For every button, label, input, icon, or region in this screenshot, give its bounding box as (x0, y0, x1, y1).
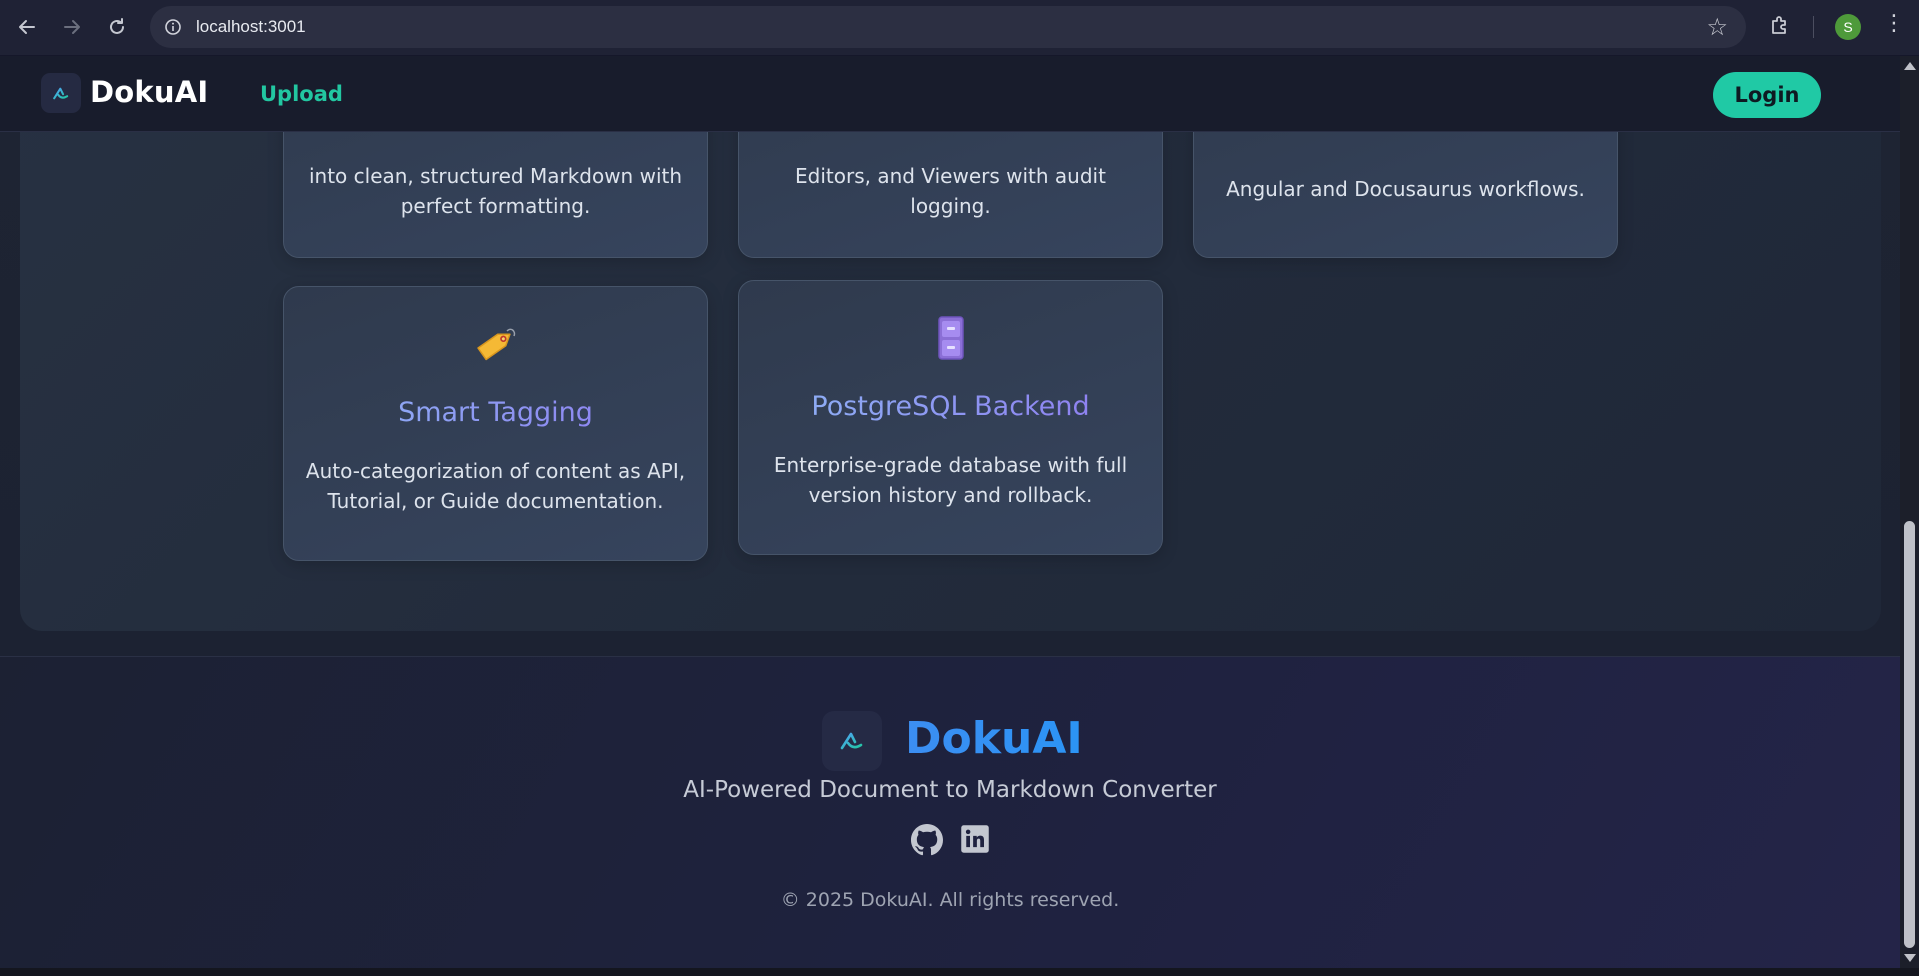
feature-desc-line: Angular and Docusaurus workflows. (1226, 177, 1585, 201)
reload-button[interactable] (101, 12, 133, 42)
site-info-button[interactable] (161, 15, 185, 39)
linkedin-link[interactable] (960, 824, 992, 856)
nav-upload-link[interactable]: Upload (260, 82, 343, 106)
page-scrollbar[interactable] (1900, 56, 1919, 968)
menu-icon[interactable]: ⋮ (1883, 13, 1905, 35)
url-text[interactable]: localhost:3001 (196, 17, 306, 37)
browser-toolbar: localhost:3001 ☆ S ⋮ (0, 0, 1919, 56)
bookmark-star-icon[interactable]: ☆ (1706, 13, 1728, 41)
address-bar[interactable]: localhost:3001 ☆ (150, 6, 1746, 48)
reload-icon (110, 18, 124, 34)
scroll-down-arrow-icon[interactable] (1904, 954, 1916, 962)
header-logo[interactable] (41, 73, 81, 113)
profile-avatar[interactable]: S (1835, 14, 1861, 40)
dokuai-logo-icon (840, 732, 863, 750)
page-viewport: into clean, structured Markdown with per… (0, 56, 1900, 968)
extensions-icon (1772, 16, 1786, 34)
back-button[interactable] (11, 12, 43, 42)
site-info-icon (165, 19, 181, 35)
feature-desc-line: logging. (910, 194, 991, 218)
linkedin-icon (961, 825, 989, 853)
back-icon (19, 20, 35, 34)
footer-brand: DokuAI (905, 713, 1083, 764)
github-link[interactable] (911, 824, 943, 856)
features-section: into clean, structured Markdown with per… (20, 56, 1881, 631)
footer-logo (822, 711, 882, 771)
scroll-up-arrow-icon[interactable] (1904, 62, 1916, 70)
feature-desc-line: perfect formatting. (400, 194, 591, 218)
tag-icon (284, 321, 707, 367)
feature-desc: Auto-categorization of content as API, T… (305, 459, 686, 513)
login-button[interactable]: Login (1713, 72, 1821, 118)
github-icon (911, 824, 943, 856)
footer-tagline: AI-Powered Document to Markdown Converte… (683, 777, 1217, 803)
feature-desc-line: into clean, structured Markdown with (308, 164, 683, 188)
feature-desc: Enterprise-grade database with full vers… (773, 453, 1128, 507)
scrollbar-thumb[interactable] (1904, 521, 1915, 948)
feature-card-postgresql: PostgreSQL Backend Enterprise-grade data… (738, 280, 1163, 555)
extensions-button[interactable] (1768, 13, 1792, 41)
forward-icon (64, 20, 80, 34)
file-cabinet-icon (739, 315, 1162, 361)
feature-card-smart-tagging: Smart Tagging Auto-categorization of con… (283, 286, 708, 561)
forward-button[interactable] (56, 12, 88, 42)
feature-title: Smart Tagging (284, 397, 707, 428)
header-brand[interactable]: DokuAI (90, 75, 208, 109)
feature-desc-line: Editors, and Viewers with audit (795, 164, 1106, 188)
dokuai-logo-icon (53, 87, 69, 99)
site-footer: DokuAI AI-Powered Document to Markdown C… (0, 656, 1900, 968)
window-bottom-edge (0, 968, 1919, 976)
app-header: DokuAI Upload Login (0, 56, 1900, 132)
toolbar-divider (1813, 16, 1814, 38)
feature-title: PostgreSQL Backend (739, 391, 1162, 422)
copyright-text: © 2025 DokuAI. All rights reserved. (780, 889, 1120, 911)
